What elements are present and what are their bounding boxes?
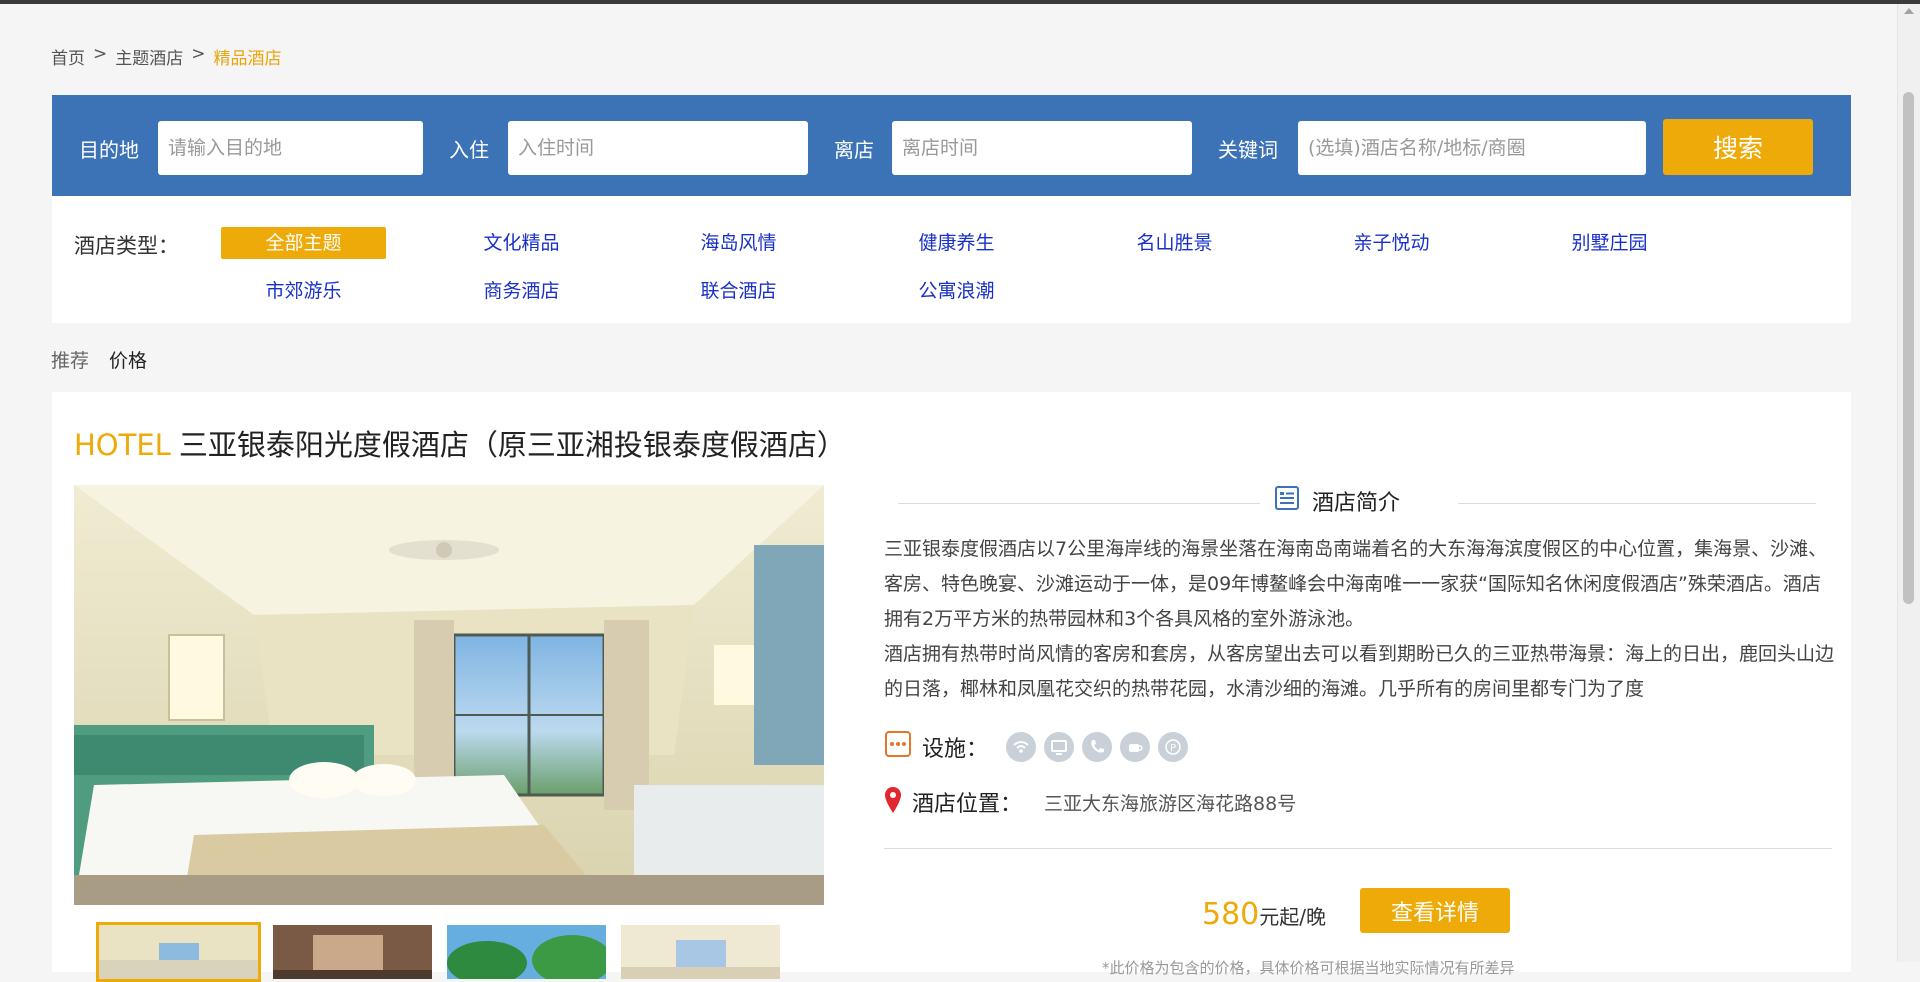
type-joint[interactable]: 联合酒店 <box>656 275 821 307</box>
sort-recommend[interactable]: 推荐 <box>51 346 89 373</box>
breadcrumb-separator: > <box>191 44 206 64</box>
photo-thumbnail[interactable] <box>618 922 783 982</box>
photo-thumbnails <box>96 922 783 982</box>
scroll-up-icon[interactable] <box>1904 8 1914 14</box>
breadcrumb-home[interactable]: 首页 <box>51 44 85 69</box>
intro-paragraph: 三亚银泰度假酒店以7公里海岸线的海景坐落在海南岛南端着名的大东海海滨度假区的中心… <box>884 538 1828 630</box>
hotel-card: HOTEL 三亚银泰阳光度假酒店（原三亚湘投银泰度假酒店） 酒店简介 三亚银泰度… <box>52 392 1851 982</box>
facilities-label: 设施： <box>922 737 989 762</box>
location-row: 酒店位置： 三亚大东海旅游区海花路88号 <box>884 786 1296 818</box>
type-cultural-boutique[interactable]: 文化精品 <box>439 227 604 259</box>
keyword-input[interactable] <box>1298 121 1646 175</box>
intro-header: 酒店简介 <box>898 485 1816 525</box>
price-note: *此价格为包含的价格，具体价格可根据当地实际情况有所差异 <box>1102 959 1515 977</box>
page-scrollbar[interactable] <box>1897 4 1920 962</box>
type-apartment[interactable]: 公寓浪潮 <box>874 275 1039 307</box>
keyword-label: 关键词 <box>1218 138 1278 162</box>
facilities-row: 设施： P <box>884 730 1189 764</box>
scrollbar-thumb[interactable] <box>1903 92 1914 604</box>
hotel-type-filter: 酒店类型： 全部主题 文化精品 海岛风情 健康养生 名山胜景 亲子悦动 别墅庄园… <box>52 196 1851 323</box>
checkout-label: 离店 <box>834 138 874 162</box>
checkout-input[interactable] <box>892 121 1192 175</box>
photo-thumbnail[interactable] <box>444 922 609 982</box>
type-mountain[interactable]: 名山胜景 <box>1092 227 1257 259</box>
view-details-button[interactable]: 查看详情 <box>1360 888 1510 933</box>
breadcrumb-theme-hotel[interactable]: 主题酒店 <box>115 44 183 69</box>
tv-icon <box>1044 732 1075 762</box>
hotel-main-photo[interactable] <box>74 485 824 905</box>
more-icon <box>884 730 912 764</box>
photo-thumbnail[interactable] <box>96 922 261 982</box>
hotel-name: 三亚银泰阳光度假酒店（原三亚湘投银泰度假酒店） <box>178 428 846 462</box>
location-label: 酒店位置： <box>912 792 1023 817</box>
destination-label: 目的地 <box>79 138 139 162</box>
hotel-type-label: 酒店类型： <box>74 234 179 258</box>
breakfast-icon <box>1120 732 1151 762</box>
sort-price[interactable]: 价格 <box>109 346 147 373</box>
breadcrumb: 首页 > 主题酒店 > 精品酒店 <box>51 44 282 69</box>
wifi-icon <box>1006 732 1037 762</box>
svg-text:P: P <box>1170 743 1176 754</box>
intro-paragraph: 酒店拥有热带时尚风情的客房和套房，从客房望出去可以看到期盼已久的三亚热带海景：海… <box>884 643 1834 700</box>
price-unit: 元起/晚 <box>1259 905 1327 929</box>
checkin-input[interactable] <box>508 121 808 175</box>
type-villa[interactable]: 别墅庄园 <box>1527 227 1692 259</box>
checkin-label: 入住 <box>449 138 489 162</box>
breadcrumb-separator: > <box>93 44 108 64</box>
browser-top-edge <box>0 0 1920 4</box>
search-button[interactable]: 搜索 <box>1663 119 1813 175</box>
parking-icon: P <box>1158 732 1189 762</box>
intro-divider-right <box>1458 503 1816 504</box>
type-wellness[interactable]: 健康养生 <box>874 227 1039 259</box>
destination-input[interactable] <box>158 121 423 175</box>
hotel-address: 三亚大东海旅游区海花路88号 <box>1044 792 1297 815</box>
location-pin-icon <box>884 786 902 818</box>
breadcrumb-current: 精品酒店 <box>213 49 282 69</box>
type-business[interactable]: 商务酒店 <box>439 275 604 307</box>
price-value: 580 <box>1202 897 1260 932</box>
hotel-tag: HOTEL <box>74 428 171 462</box>
sort-bar: 推荐 价格 <box>51 346 147 373</box>
type-all-themes[interactable]: 全部主题 <box>221 227 386 259</box>
hotel-title[interactable]: HOTEL 三亚银泰阳光度假酒店（原三亚湘投银泰度假酒店） <box>74 422 846 464</box>
photo-thumbnail[interactable] <box>270 922 435 982</box>
intro-text: 三亚银泰度假酒店以7公里海岸线的海景坐落在海南岛南端着名的大东海海滨度假区的中心… <box>884 532 1834 707</box>
phone-icon <box>1082 732 1113 762</box>
document-icon <box>1274 485 1300 517</box>
search-bar: 目的地 入住 离店 关键词 搜索 <box>52 95 1851 196</box>
intro-title: 酒店简介 <box>1312 491 1401 516</box>
intro-divider-left <box>898 503 1260 504</box>
type-family[interactable]: 亲子悦动 <box>1309 227 1474 259</box>
price-display: 580元起/晚 <box>1202 897 1326 932</box>
type-island[interactable]: 海岛风情 <box>656 227 821 259</box>
section-divider <box>884 848 1832 849</box>
type-suburban[interactable]: 市郊游乐 <box>221 275 386 307</box>
